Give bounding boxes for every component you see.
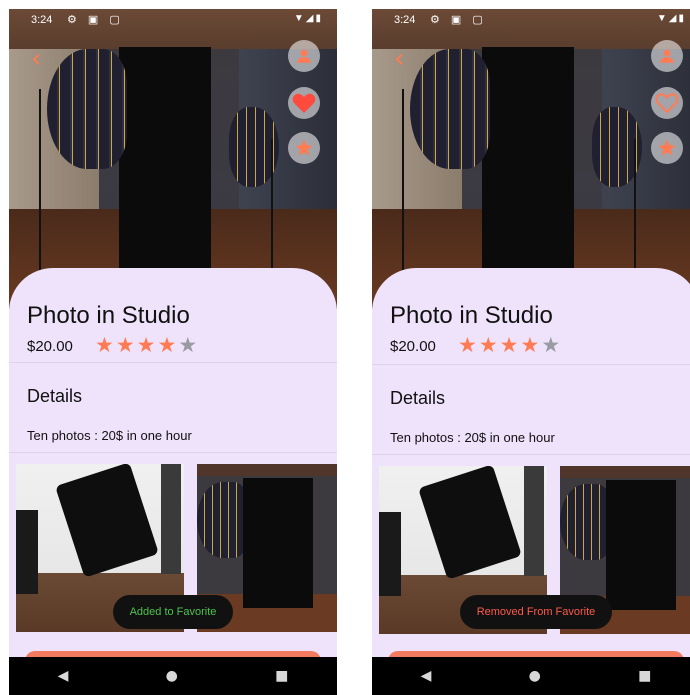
nav-home-icon[interactable]: ●: [529, 668, 541, 684]
star-icon[interactable]: ★: [95, 334, 114, 356]
toast-message: Added to Favorite: [113, 595, 233, 629]
product-price: $20.00: [27, 338, 73, 355]
product-title: Photo in Studio: [27, 302, 190, 329]
favorite-button[interactable]: [651, 87, 683, 119]
star-icon[interactable]: ★: [479, 334, 498, 356]
nav-recents-icon[interactable]: ■: [638, 668, 651, 684]
heart-filled-icon: [292, 93, 316, 113]
person-icon: [660, 49, 674, 63]
details-description: Ten photos : 20$ in one hour: [390, 430, 555, 445]
nav-home-icon[interactable]: ●: [166, 668, 178, 684]
divider: [372, 364, 690, 365]
toast-message: Removed From Favorite: [460, 595, 612, 629]
nav-recents-icon[interactable]: ■: [275, 668, 288, 684]
divider: [9, 362, 337, 363]
favorite-button[interactable]: [288, 87, 320, 119]
rate-button[interactable]: [288, 132, 320, 164]
status-time: 3:24: [31, 14, 53, 26]
star-icon[interactable]: ★: [458, 334, 477, 356]
star-icon[interactable]: ★: [500, 334, 519, 356]
back-chevron-icon[interactable]: ‹: [394, 46, 414, 72]
star-icon[interactable]: ★: [520, 334, 539, 356]
divider: [372, 454, 690, 455]
rating-stars[interactable]: ★ ★ ★ ★ ★: [458, 334, 560, 356]
status-signal-battery-icons: ▼◢▮: [293, 13, 323, 24]
star-icon[interactable]: ★: [157, 334, 176, 356]
back-chevron-icon[interactable]: ‹: [31, 46, 51, 72]
rating-stars[interactable]: ★ ★ ★ ★ ★: [95, 334, 197, 356]
status-bar: 3:24 ⚙ ▣ ▢ ▼◢▮: [9, 9, 337, 31]
details-heading: Details: [390, 388, 446, 408]
star-icon[interactable]: ★: [137, 334, 156, 356]
details-heading: Details: [27, 386, 83, 406]
rate-button[interactable]: [651, 132, 683, 164]
system-nav-bar: ◀ ● ■: [372, 657, 690, 695]
star-icon[interactable]: ★: [116, 334, 135, 356]
nav-back-icon[interactable]: ◀: [421, 668, 432, 684]
product-price: $20.00: [390, 338, 436, 355]
hero-image: [372, 9, 690, 309]
star-icon: [295, 139, 313, 156]
screen-added-to-favorite: 3:24 ⚙ ▣ ▢ ▼◢▮ ‹ Photo in Studio $20.00 …: [9, 9, 337, 695]
star-empty-icon[interactable]: ★: [178, 334, 197, 356]
person-icon: [297, 49, 311, 63]
status-bar: 3:24 ⚙ ▣ ▢ ▼◢▮: [372, 9, 690, 31]
divider: [9, 452, 337, 453]
status-notification-icons: ⚙ ▣ ▢: [67, 14, 124, 26]
details-description: Ten photos : 20$ in one hour: [27, 428, 192, 443]
nav-back-icon[interactable]: ◀: [58, 668, 69, 684]
star-icon: [658, 139, 676, 156]
profile-button[interactable]: [288, 40, 320, 72]
heart-outline-icon: [655, 93, 679, 114]
product-title: Photo in Studio: [390, 302, 553, 329]
system-nav-bar: ◀ ● ■: [9, 657, 337, 695]
star-empty-icon[interactable]: ★: [541, 334, 560, 356]
status-signal-battery-icons: ▼◢▮: [656, 13, 686, 24]
status-notification-icons: ⚙ ▣ ▢: [430, 14, 487, 26]
profile-button[interactable]: [651, 40, 683, 72]
status-time: 3:24: [394, 14, 416, 26]
screen-removed-from-favorite: 3:24 ⚙ ▣ ▢ ▼◢▮ ‹ Photo in Studio $20.00 …: [372, 9, 690, 695]
